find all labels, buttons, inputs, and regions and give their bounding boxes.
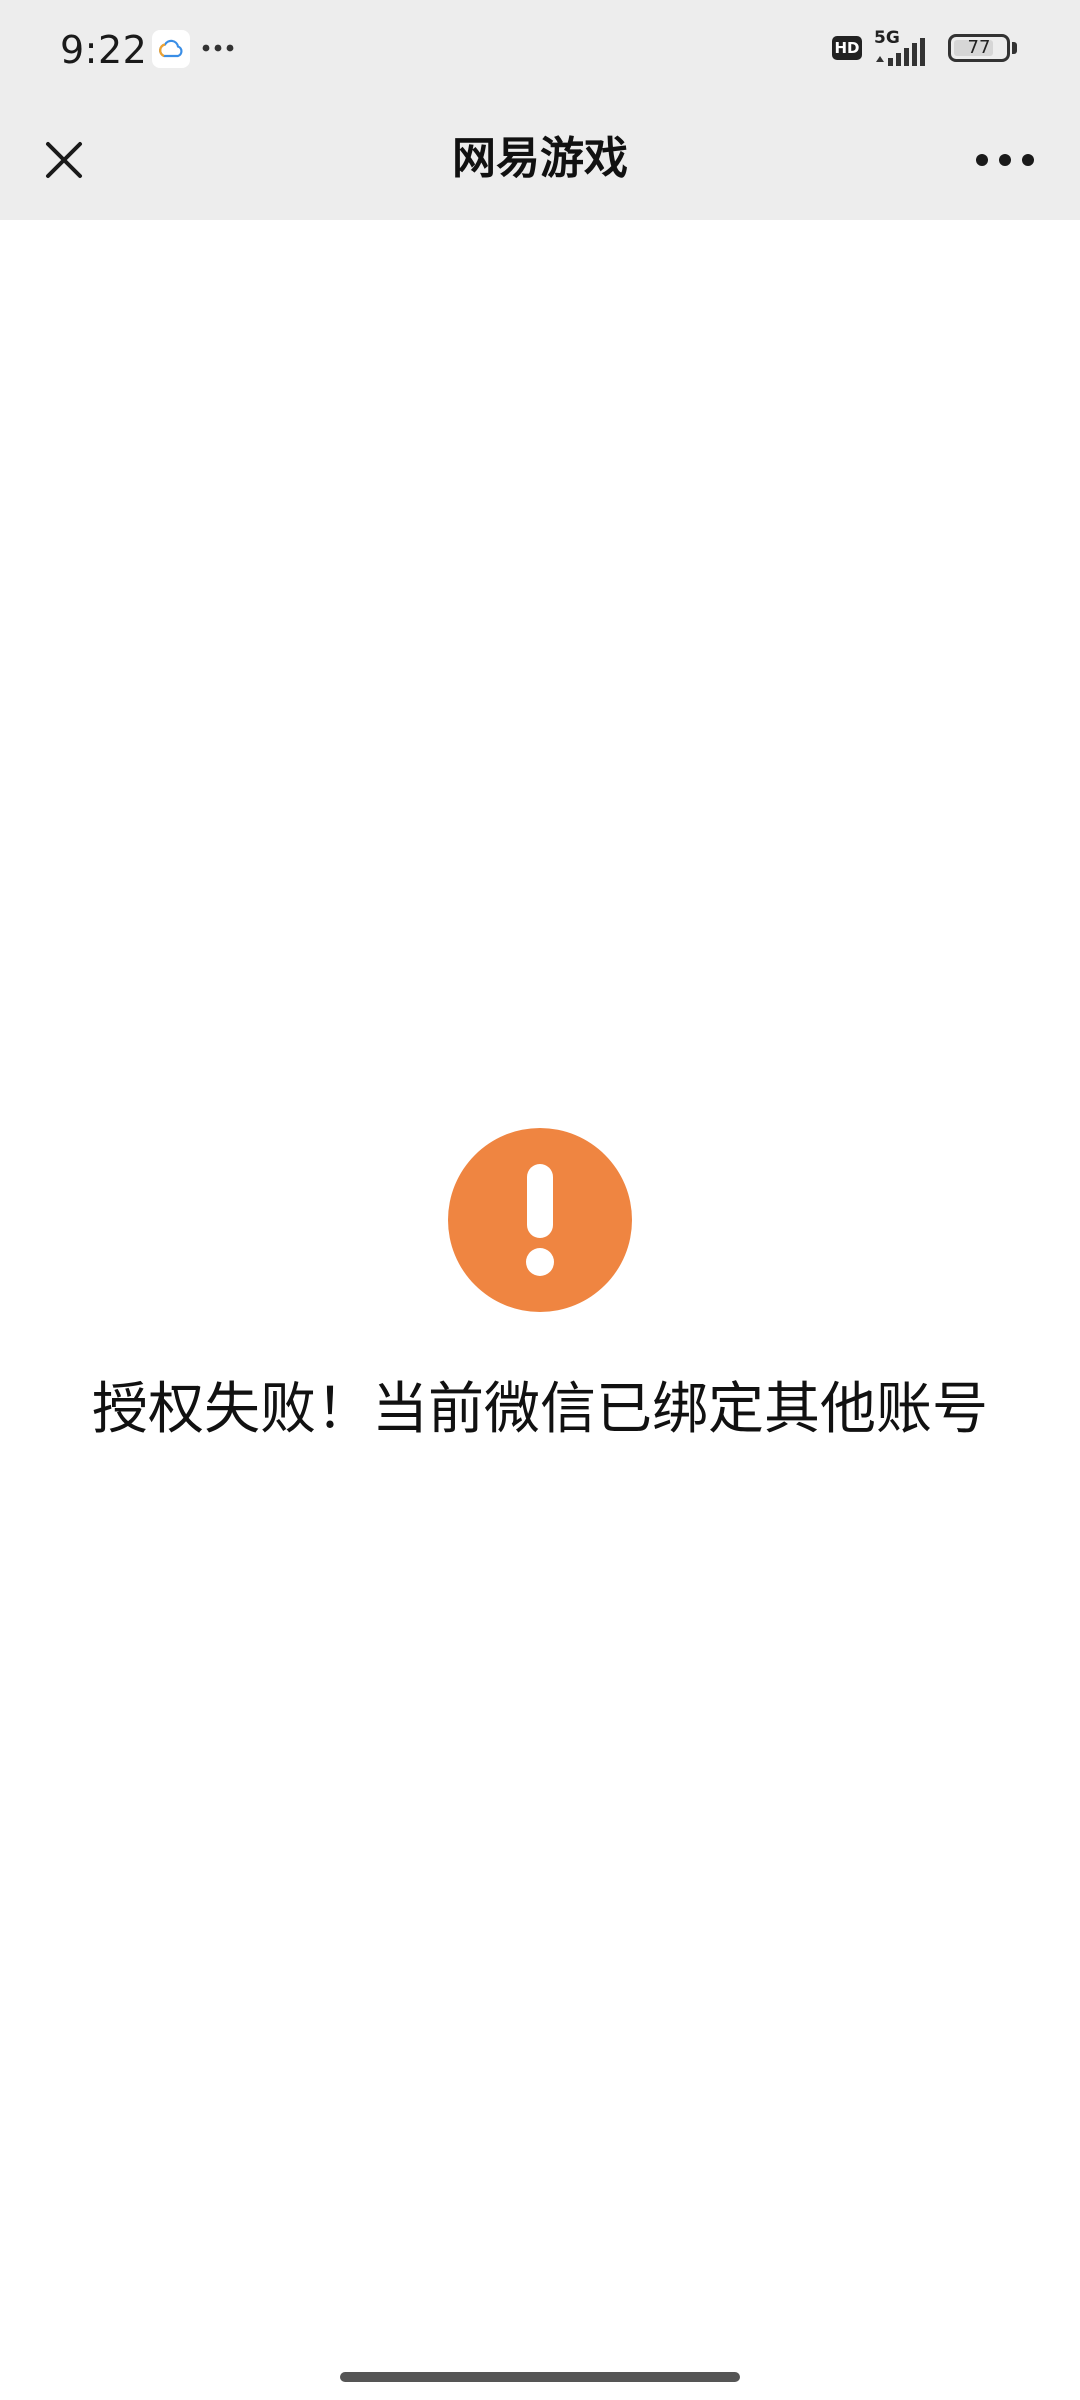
close-button[interactable] — [24, 120, 104, 200]
close-icon — [46, 142, 82, 178]
more-options-button[interactable] — [960, 120, 1050, 200]
status-time: 9:22 — [60, 28, 148, 72]
hd-icon: HD — [832, 36, 862, 60]
error-message: 授权失败！当前微信已绑定其他账号 — [92, 1377, 988, 1442]
battery-cap — [1012, 42, 1017, 54]
weather-cloud-icon — [152, 30, 190, 68]
content-area: 授权失败！当前微信已绑定其他账号 — [0, 220, 1080, 2400]
status-right-group: HD 5G 77 — [832, 28, 1022, 70]
page-title: 网易游戏 — [452, 133, 628, 184]
status-bar: 9:22 HD 5G 77 — [0, 0, 1080, 98]
more-horizontal-icon — [976, 154, 1034, 166]
battery-level: 77 — [967, 37, 991, 58]
signal-icon — [876, 38, 925, 66]
battery-icon: 77 — [948, 34, 1010, 62]
exclamation-circle-icon — [448, 1128, 632, 1312]
more-dots-icon — [200, 38, 240, 58]
home-indicator[interactable] — [340, 2372, 740, 2382]
nav-bar: 网易游戏 — [0, 98, 1080, 220]
